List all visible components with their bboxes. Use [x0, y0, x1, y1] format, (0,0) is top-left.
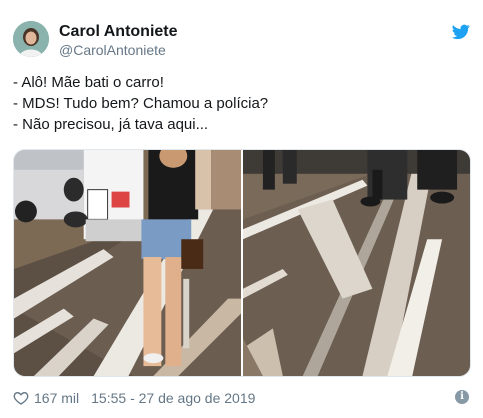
twitter-bird-icon[interactable]: [452, 24, 470, 40]
tweet-line: - Alô! Mãe bati o carro!: [13, 74, 164, 91]
tweet-line: - Não precisou, já tava aqui...: [13, 116, 209, 133]
heart-icon[interactable]: [13, 390, 29, 406]
tweet-text: - Alô! Mãe bati o carro! - MDS! Tudo bem…: [13, 72, 473, 135]
tweet-card: Carol Antoniete @CarolAntoniete - Alô! M…: [0, 0, 483, 418]
avatar[interactable]: [13, 21, 49, 57]
tweet-footer: 167 mil 15:55 - 27 de ago de 2019: [13, 388, 255, 408]
user-name[interactable]: Carol Antoniete: [59, 23, 178, 41]
user-handle[interactable]: @CarolAntoniete: [59, 42, 166, 58]
media-grid: [13, 149, 471, 377]
like-count[interactable]: 167 mil: [34, 390, 79, 406]
info-icon[interactable]: i: [455, 390, 469, 404]
timestamp[interactable]: 15:55 - 27 de ago de 2019: [91, 390, 255, 406]
tweet-line: - MDS! Tudo bem? Chamou a polícia?: [13, 95, 269, 112]
photo-overturned-car[interactable]: [14, 150, 241, 376]
photo-crosswalk[interactable]: [243, 150, 470, 376]
